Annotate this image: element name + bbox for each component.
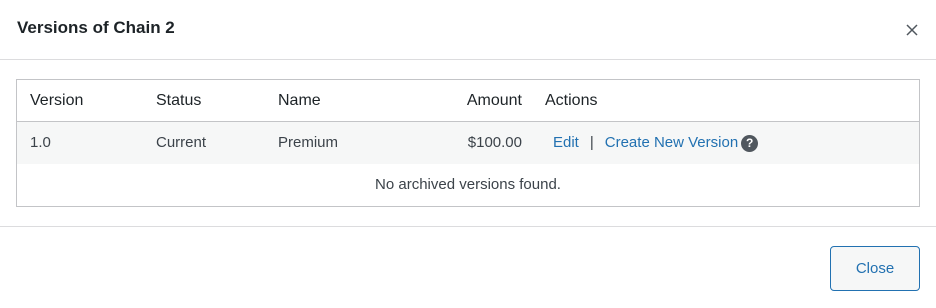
- help-icon[interactable]: ?: [741, 134, 759, 152]
- versions-table: Version Status Name Amount Actions 1.0 C…: [16, 79, 920, 207]
- header-name: Name: [278, 92, 321, 109]
- close-button[interactable]: Close: [830, 246, 920, 291]
- header-status: Status: [156, 92, 202, 109]
- cell-actions: Edit | Create New Version ?: [553, 122, 759, 164]
- modal-header: Versions of Chain 2: [0, 0, 936, 60]
- footer-divider: [0, 226, 936, 227]
- cell-name: Premium: [278, 134, 339, 151]
- empty-message: No archived versions found.: [375, 176, 561, 193]
- edit-link[interactable]: Edit: [553, 122, 579, 164]
- modal-title: Versions of Chain 2: [17, 18, 175, 37]
- cell-status: Current: [156, 134, 207, 151]
- table-row: 1.0 Current Premium $100.00 Edit | Creat…: [17, 122, 919, 164]
- table-header-row: Version Status Name Amount Actions: [17, 80, 919, 122]
- header-amount: Amount: [466, 92, 522, 109]
- header-actions: Actions: [545, 92, 598, 109]
- cell-version: 1.0: [30, 134, 51, 151]
- close-icon[interactable]: [900, 18, 924, 42]
- cell-amount: $100.00: [467, 134, 522, 151]
- empty-row: No archived versions found.: [17, 164, 919, 206]
- create-new-version-link[interactable]: Create New Version: [605, 122, 738, 164]
- header-version: Version: [30, 92, 84, 109]
- action-separator: |: [589, 134, 594, 151]
